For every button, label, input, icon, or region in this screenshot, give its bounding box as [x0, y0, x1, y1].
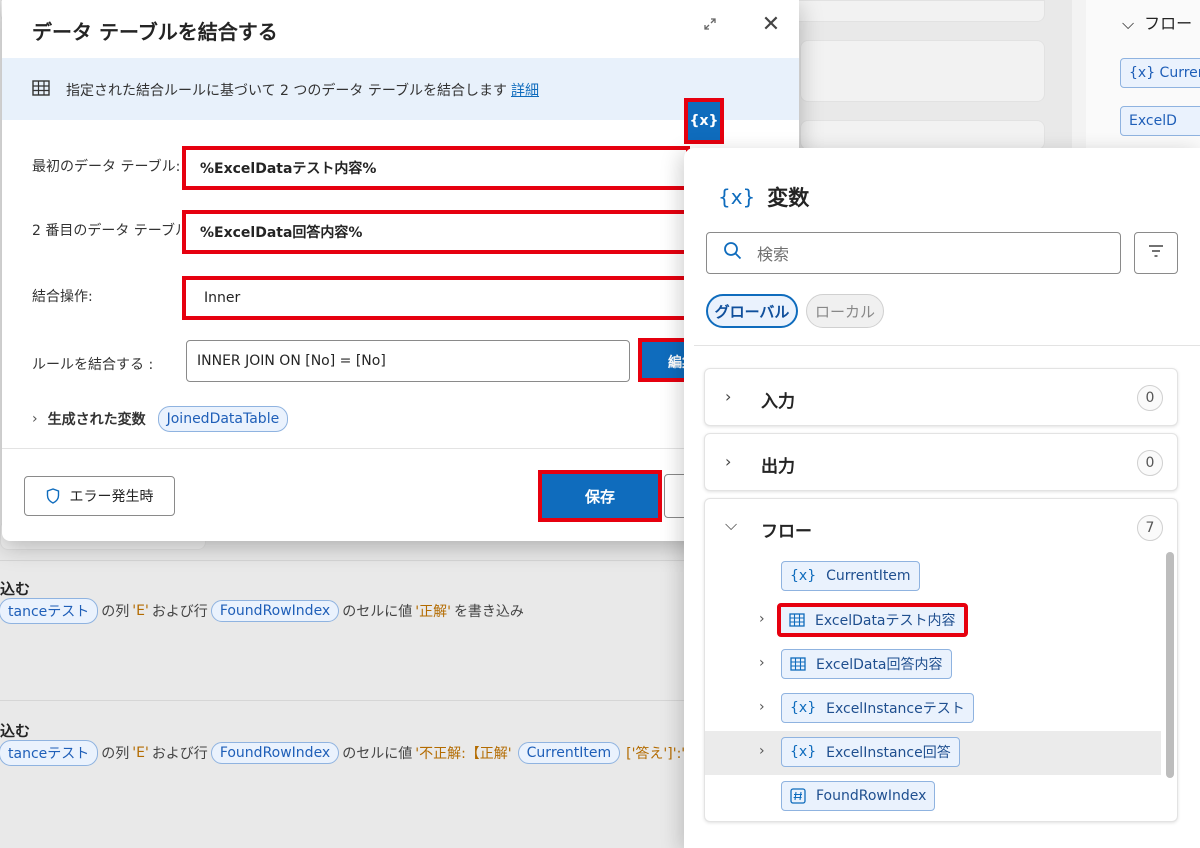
bg-step-title: 込む: [0, 722, 31, 740]
bg-token: FoundRowIndex: [210, 742, 340, 764]
bg-flow-section-label: ⌵ フロー: [1122, 14, 1193, 33]
count-badge: 0: [1137, 385, 1163, 411]
list-item[interactable]: › ExcelDataテスト内容: [705, 599, 1161, 643]
save-button[interactable]: 保存: [538, 470, 662, 522]
info-bar: 指定された結合ルールに基づいて 2 つのデータ テーブルを結合します 詳細: [2, 58, 799, 120]
bg-token: FoundRowIndex: [210, 600, 340, 622]
join-datatables-dialog: データ テーブルを結合する ✕ 指定された結合ルールに基づいて 2 つのデータ …: [2, 0, 799, 541]
first-table-input[interactable]: %ExcelDataテスト内容%: [182, 146, 690, 190]
section-header[interactable]: › 出力 0: [705, 434, 1179, 492]
join-rule-input[interactable]: INNER JOIN ON [No] = [No]: [186, 340, 630, 382]
bg-var-pill[interactable]: ExcelD: [1120, 106, 1200, 136]
details-link[interactable]: 詳細: [511, 83, 539, 99]
section-flow: ⌵ フロー 7 {x} CurrentItem › ExcelDataテスト内容…: [704, 498, 1178, 822]
generated-variable-chip[interactable]: JoinedDataTable: [157, 406, 289, 432]
chevron-right-icon: ›: [725, 387, 732, 406]
section-header[interactable]: ⌵ フロー 7: [705, 499, 1179, 557]
close-icon[interactable]: ✕: [758, 12, 784, 38]
chevron-right-icon[interactable]: ›: [759, 611, 765, 627]
list-item[interactable]: › {x} ExcelInstanceテスト: [705, 687, 1161, 731]
dialog-divider: [2, 448, 799, 449]
chevron-right-icon[interactable]: ›: [759, 743, 765, 759]
table-icon: [32, 80, 50, 96]
shield-icon: [46, 488, 60, 504]
generated-variables-label: 生成された変数: [47, 412, 146, 428]
bg-token: CurrentItem: [517, 742, 621, 764]
filter-button[interactable]: [1134, 232, 1178, 274]
filter-icon: [1147, 244, 1165, 262]
insert-variable-button[interactable]: {x}: [684, 98, 724, 144]
number-icon: [790, 788, 806, 804]
variable-chip[interactable]: FoundRowIndex: [781, 781, 936, 811]
on-error-button[interactable]: エラー発生時: [24, 476, 175, 516]
info-text: 指定された結合ルールに基づいて 2 つのデータ テーブルを結合します 詳細: [66, 83, 539, 99]
variable-chip[interactable]: {x} ExcelInstanceテスト: [781, 693, 974, 723]
list-item[interactable]: {x} CurrentItem: [705, 555, 1161, 599]
scope-local-tab[interactable]: ローカル: [806, 294, 884, 328]
count-badge: 0: [1137, 450, 1163, 476]
section-header[interactable]: › 入力 0: [705, 369, 1179, 427]
variable-icon: {x}: [790, 568, 817, 584]
count-badge: 7: [1137, 515, 1163, 541]
search-icon: [723, 241, 757, 265]
bg-step-description: tanceテスト の列 'E' および行 FoundRowIndex のセルに値…: [0, 740, 722, 766]
chevron-right-icon: ›: [725, 452, 732, 471]
scrollbar[interactable]: [1166, 552, 1174, 778]
chevron-right-icon[interactable]: ›: [759, 655, 765, 671]
expand-icon[interactable]: [702, 16, 720, 34]
chevron-down-icon: ⌵: [1122, 14, 1135, 33]
variable-chip[interactable]: {x} CurrentItem: [781, 561, 920, 591]
join-operation-select[interactable]: Inner: [182, 276, 690, 320]
join-rule-label: ルールを結合する :: [32, 357, 154, 373]
table-icon: [790, 657, 806, 671]
variable-chip[interactable]: {x} ExcelInstance回答: [781, 737, 960, 767]
chevron-down-icon: ⌵: [725, 515, 738, 534]
bg-token: tanceテスト: [0, 740, 99, 766]
bg-step-card: [800, 40, 1045, 102]
table-icon: [789, 613, 805, 627]
chevron-right-icon[interactable]: ›: [759, 699, 765, 715]
scope-global-tab[interactable]: グローバル: [706, 294, 798, 328]
bg-step-card: [800, 120, 1045, 150]
bg-var-pill[interactable]: {x} Current: [1120, 58, 1200, 88]
bg-step-title: 込む: [0, 580, 31, 598]
list-item[interactable]: › {x} ExcelInstance回答: [705, 731, 1161, 775]
variables-pane: {x} 変数 検索 グローバル ローカル › 入力 0 › 出力 0 ⌵ フロー…: [684, 148, 1200, 848]
pane-divider: [694, 345, 1200, 346]
pane-title: {x} 変数: [718, 185, 810, 210]
variable-icon: {x}: [718, 185, 756, 209]
second-table-label: 2 番目のデータ テーブル:: [32, 223, 194, 239]
second-table-input[interactable]: %ExcelData回答内容%: [182, 210, 690, 254]
section-input[interactable]: › 入力 0: [704, 368, 1178, 426]
variable-search-input[interactable]: 検索: [706, 232, 1121, 274]
variable-chip[interactable]: ExcelDataテスト内容: [777, 603, 968, 637]
dialog-title: データ テーブルを結合する: [32, 20, 278, 44]
list-item[interactable]: › ExcelData回答内容: [705, 643, 1161, 687]
bg-token: tanceテスト: [0, 598, 99, 624]
join-operation-label: 結合操作:: [32, 289, 93, 305]
section-output[interactable]: › 出力 0: [704, 433, 1178, 491]
list-item[interactable]: FoundRowIndex: [705, 775, 1161, 819]
variable-chip[interactable]: ExcelData回答内容: [781, 649, 952, 679]
variable-icon: {x}: [790, 700, 817, 716]
variable-icon: {x}: [790, 744, 817, 760]
chevron-right-icon[interactable]: ›: [32, 411, 38, 427]
generated-variables-row[interactable]: › 生成された変数 JoinedDataTable: [32, 404, 289, 434]
first-table-label: 最初のデータ テーブル:: [32, 159, 181, 175]
bg-step-description: tanceテスト の列 'E' および行 FoundRowIndex のセルに値…: [0, 598, 524, 624]
